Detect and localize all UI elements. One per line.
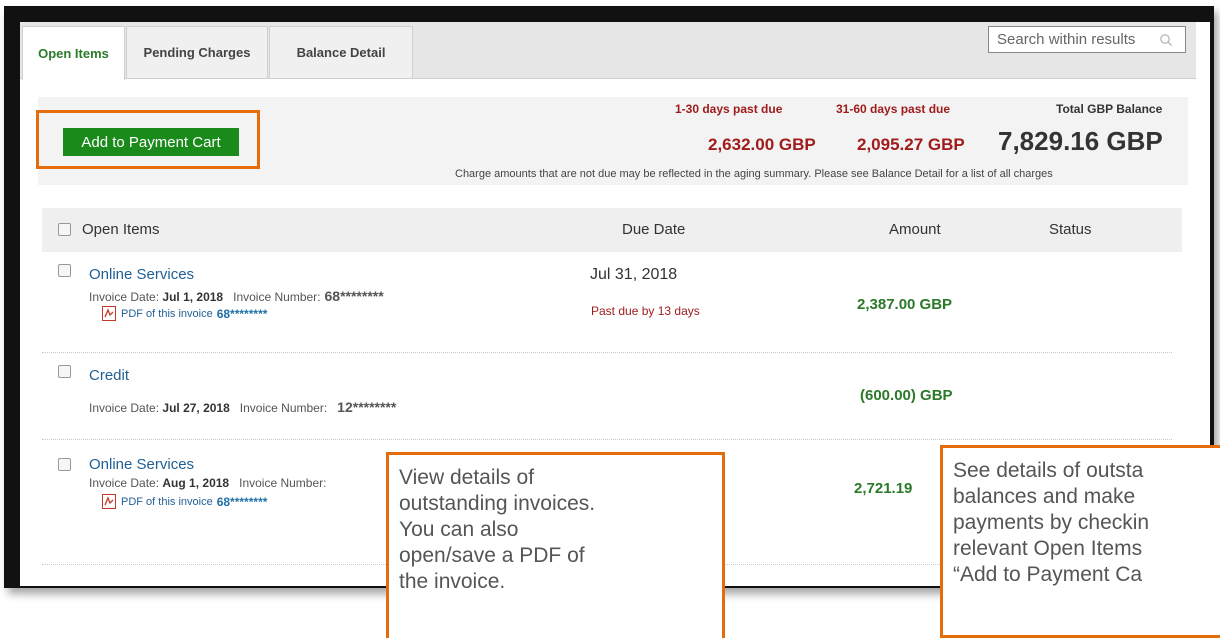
row-checkbox[interactable] (58, 458, 71, 471)
table-row: Online Services Invoice Date: Jul 1, 201… (42, 258, 1192, 354)
pdf-invoice-link[interactable]: PDF of this invoice 68******** (102, 494, 267, 509)
header-amount: Amount (889, 221, 941, 238)
search-input[interactable] (995, 30, 1159, 49)
due-date: Jul 31, 2018 (590, 266, 678, 283)
callout-payment-cart: See details of outsta balances and make … (940, 445, 1220, 638)
select-all-checkbox[interactable] (58, 223, 71, 236)
invoice-meta: Invoice Date: Jul 1, 2018 Invoice Number… (89, 288, 384, 304)
invoice-title-link[interactable]: Online Services (89, 456, 194, 473)
callout-invoice-details: View details of outstanding invoices. Yo… (386, 452, 725, 638)
row-checkbox[interactable] (58, 264, 71, 277)
tab-open-items[interactable]: Open Items (22, 26, 125, 80)
pdf-icon (102, 494, 116, 509)
total-balance-label: Total GBP Balance (1056, 102, 1163, 116)
aging-label-1-30: 1-30 days past due (675, 102, 783, 116)
aging-label-31-60: 31-60 days past due (836, 102, 951, 116)
pdf-icon (102, 306, 116, 321)
row-amount: (600.00) GBP (860, 387, 953, 404)
invoice-meta: Invoice Date: Jul 27, 2018 Invoice Numbe… (89, 399, 397, 415)
header-status: Status (1049, 221, 1092, 238)
row-divider (42, 352, 1172, 353)
pdf-invoice-link[interactable]: PDF of this invoice 68******** (102, 306, 267, 321)
tab-bar: Open Items Pending Charges Balance Detai… (20, 22, 1196, 80)
header-due-date: Due Date (622, 221, 686, 238)
row-amount: 2,721.19 (854, 480, 913, 497)
row-divider (42, 439, 1172, 440)
tab-balance-detail[interactable]: Balance Detail (269, 26, 413, 78)
aging-value-31-60: 2,095.27 GBP (857, 135, 965, 154)
invoice-title-link[interactable]: Credit (89, 367, 129, 384)
table-row: Credit Invoice Date: Jul 27, 2018 Invoic… (42, 361, 1192, 441)
search-icon[interactable] (1159, 33, 1173, 47)
invoice-meta: Invoice Date: Aug 1, 2018 Invoice Number… (89, 476, 327, 490)
header-open-items: Open Items (82, 221, 160, 238)
row-checkbox[interactable] (58, 365, 71, 378)
table-header: Open Items Due Date Amount Status (42, 208, 1182, 252)
button-highlight-box (36, 110, 260, 169)
tab-pending-charges[interactable]: Pending Charges (126, 26, 268, 78)
aging-value-1-30: 2,632.00 GBP (708, 135, 816, 154)
total-balance-value: 7,829.16 GBP (998, 126, 1163, 156)
aging-note: Charge amounts that are not due may be r… (455, 168, 1053, 180)
invoice-title-link[interactable]: Online Services (89, 266, 194, 283)
search-box[interactable] (988, 26, 1186, 53)
past-due-text: Past due by 13 days (591, 304, 700, 318)
row-amount: 2,387.00 GBP (857, 296, 953, 313)
